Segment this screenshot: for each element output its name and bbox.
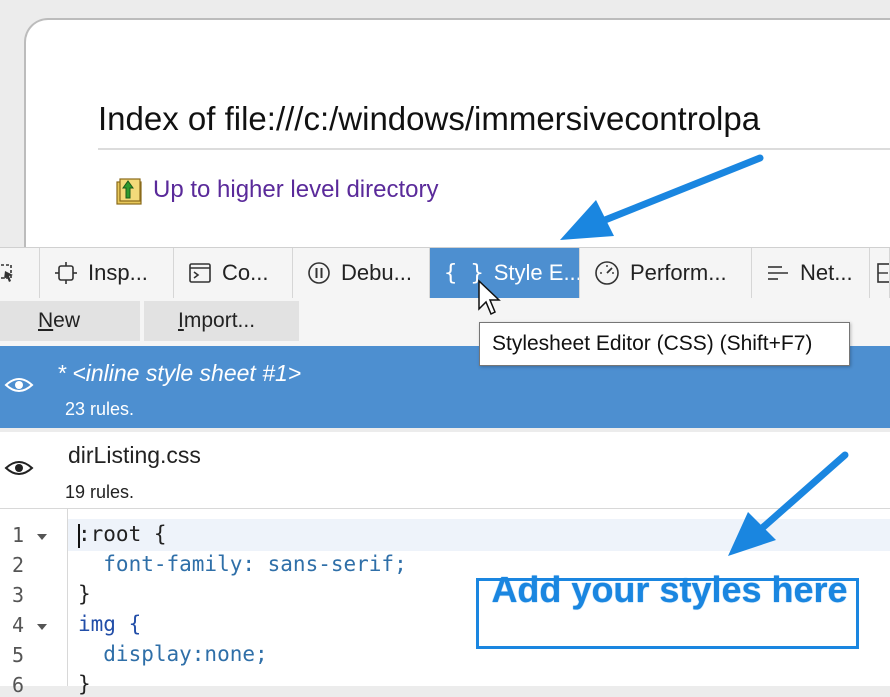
network-icon [768, 266, 788, 280]
import-stylesheet-button[interactable]: Import... [144, 301, 299, 341]
inspector-icon [55, 262, 77, 284]
panel-icon [877, 263, 889, 283]
performance-icon [595, 261, 619, 285]
fold-arrow-icon[interactable] [37, 534, 47, 540]
tab-performance[interactable]: Perform... [580, 248, 752, 298]
eye-icon[interactable] [4, 375, 34, 395]
tab-console-label: Co... [222, 260, 269, 285]
tab-debugger-label: Debu... [341, 260, 412, 285]
braces-icon: { } [444, 260, 484, 286]
tab-inspector[interactable]: Insp... [40, 248, 174, 298]
text-caret [78, 524, 80, 548]
stylesheet-item-dirlisting[interactable]: dirListing.css 19 rules. [0, 432, 890, 509]
code-line: display:none; [78, 642, 268, 666]
stylesheet-rule-count: 19 rules. [65, 482, 135, 502]
tab-debugger[interactable]: Debu... [293, 248, 430, 298]
line-number: 5 [12, 643, 25, 667]
code-line: img { [78, 612, 142, 636]
tab-console[interactable]: Co... [174, 248, 293, 298]
code-line: } [78, 672, 91, 696]
tab-element-picker[interactable] [0, 248, 40, 298]
title-divider [98, 148, 890, 150]
tab-network[interactable]: Net... [752, 248, 870, 298]
line-number: 2 [12, 553, 25, 577]
page-viewport [24, 18, 890, 260]
up-directory-link[interactable]: Up to higher level directory [153, 176, 438, 204]
line-number: 6 [12, 673, 25, 697]
stylesheet-name: * <inline style sheet #1> [57, 360, 302, 386]
annotation-text: Add your styles here [491, 569, 848, 610]
new-button-label: New [38, 309, 81, 332]
stylesheet-name: dirListing.css [68, 442, 201, 468]
tab-style-editor[interactable]: { } Style E... [430, 248, 580, 298]
tab-overflow[interactable] [870, 248, 890, 298]
code-line: } [78, 582, 91, 606]
up-folder-icon [116, 178, 142, 205]
page-title: Index of file:///c:/windows/immersivecon… [98, 100, 761, 137]
devtools-tab-bar: Insp... Co... Debu... { } Style E... Per… [0, 247, 890, 299]
tab-tooltip: Stylesheet Editor (CSS) (Shift+F7) [479, 322, 850, 366]
tab-inspector-label: Insp... [88, 260, 148, 285]
stylesheet-rule-count: 23 rules. [65, 399, 135, 419]
line-number: 4 [12, 613, 25, 637]
code-line: :root { [78, 522, 167, 546]
console-icon [189, 263, 211, 283]
code-line: font-family: sans-serif; [78, 552, 407, 576]
fold-arrow-icon[interactable] [37, 624, 47, 630]
line-number-gutter: 1 2 3 4 5 6 [0, 509, 68, 697]
tab-performance-label: Perform... [630, 260, 727, 285]
eye-icon[interactable] [4, 458, 34, 478]
tab-style-editor-label: Style E... [493, 260, 580, 285]
active-line-highlight [68, 519, 890, 551]
import-button-label: Import... [178, 309, 256, 332]
debugger-icon [308, 262, 330, 284]
line-number: 1 [12, 523, 25, 547]
line-number: 3 [12, 583, 25, 607]
new-stylesheet-button[interactable]: New [0, 301, 140, 341]
tab-network-label: Net... [800, 260, 853, 285]
element-picker-icon [0, 264, 13, 282]
